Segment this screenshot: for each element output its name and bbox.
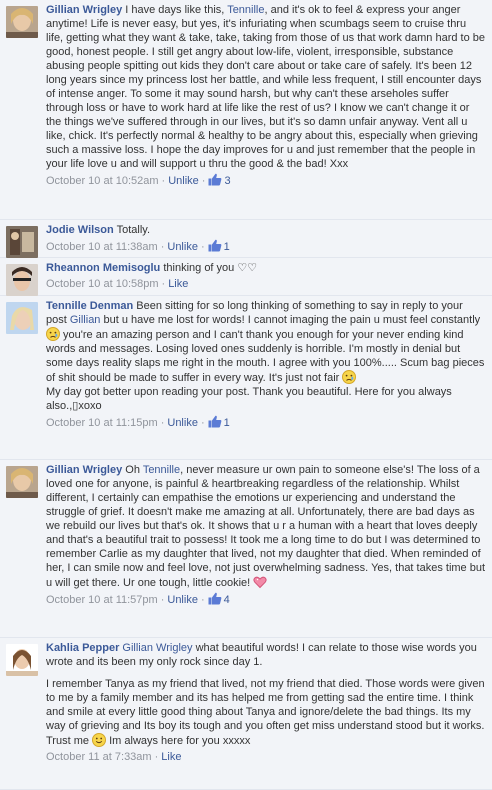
comment-text: Totally. [116, 224, 151, 236]
crying-face-emoji [342, 370, 357, 384]
author-name[interactable]: Gillian Wrigley [46, 464, 122, 476]
thumbs-up-icon [208, 415, 221, 428]
comment-text: , and it's ok to feel & express your ang… [46, 4, 486, 170]
comment-meta: October 10 at 11:38am · Unlike · 1 [46, 239, 486, 254]
comment-meta: October 10 at 11:57pm · Unlike · 4 [46, 592, 486, 607]
like-count[interactable]: 4 [208, 592, 230, 606]
thumbs-up-icon [208, 592, 221, 605]
comment-paragraph: Kahlia Pepper Gillian Wrigley what beaut… [46, 641, 486, 669]
comment-meta: October 10 at 10:58pm · Like [46, 277, 486, 291]
comment-meta: October 10 at 10:52am · Unlike · 3 [46, 173, 486, 188]
timestamp[interactable]: October 10 at 10:58pm [46, 278, 159, 290]
separator: · [154, 751, 159, 763]
avatar[interactable] [6, 466, 38, 498]
author-name[interactable]: Rheannon Memisoglu [46, 262, 160, 274]
unlike-button[interactable]: Unlike [168, 175, 199, 187]
like-button[interactable]: Like [168, 278, 188, 290]
comment-body: Gillian Wrigley Oh Tennille, never measu… [46, 463, 486, 607]
smiley-emoji [92, 733, 107, 747]
separator: · [200, 417, 205, 429]
avatar[interactable] [6, 264, 38, 296]
comment: Rheannon Memisoglu thinking of you ♡♡ Oc… [0, 258, 492, 296]
comment-thread: Gillian Wrigley I have days like this, T… [0, 0, 492, 790]
comment-body: Rheannon Memisoglu thinking of you ♡♡ Oc… [46, 261, 486, 291]
avatar[interactable] [6, 302, 38, 334]
avatar[interactable] [6, 644, 38, 676]
comment: Tennille Denman Been sitting for so long… [0, 296, 492, 460]
unlike-button[interactable]: Unlike [167, 241, 198, 253]
comment-body: Gillian Wrigley I have days like this, T… [46, 3, 486, 188]
comment: Kahlia Pepper Gillian Wrigley what beaut… [0, 638, 492, 790]
comment-body: Tennille Denman Been sitting for so long… [46, 299, 486, 430]
mention-link[interactable]: Tennille [143, 464, 180, 476]
comment-paragraph: I remember Tanya as my friend that lived… [46, 677, 486, 748]
comment-meta: October 10 at 11:15pm · Unlike · 1 [46, 415, 486, 430]
thumbs-up-icon [208, 173, 222, 186]
separator: · [200, 594, 205, 606]
comment-text: you're an amazing person and I can't tha… [46, 329, 485, 384]
author-name[interactable]: Gillian Wrigley [46, 4, 122, 16]
avatar[interactable] [6, 226, 38, 258]
author-name[interactable]: Kahlia Pepper [46, 642, 119, 654]
avatar[interactable] [6, 6, 38, 38]
comment-text: Oh [125, 464, 143, 476]
unlike-button[interactable]: Unlike [167, 594, 198, 606]
mention-link[interactable]: Gillian [70, 314, 101, 326]
separator: · [161, 175, 166, 187]
timestamp[interactable]: October 10 at 11:15pm [46, 417, 158, 429]
comment: Gillian Wrigley I have days like this, T… [0, 0, 492, 220]
separator: · [160, 417, 165, 429]
comment-text: but u have me lost for words! I cannot i… [100, 314, 481, 326]
separator: · [160, 594, 165, 606]
timestamp[interactable]: October 10 at 11:57pm [46, 594, 158, 606]
comment-text: I have days like this, [125, 4, 228, 16]
comment: Jodie Wilson Totally. October 10 at 11:3… [0, 220, 492, 258]
timestamp[interactable]: October 10 at 10:52am [46, 175, 159, 187]
like-count[interactable]: 1 [208, 415, 230, 429]
author-name[interactable]: Tennille Denman [46, 300, 133, 312]
mention-link[interactable]: Gillian Wrigley [122, 642, 192, 654]
comment: Gillian Wrigley Oh Tennille, never measu… [0, 460, 492, 638]
mention-link[interactable]: Tennille [227, 4, 264, 16]
like-count[interactable]: 3 [208, 173, 231, 187]
separator: · [161, 278, 166, 290]
comment-text: My day got better upon reading your post… [46, 386, 452, 412]
crying-face-emoji [46, 327, 60, 341]
separator: · [200, 241, 205, 253]
separator: · [201, 175, 206, 187]
like-button[interactable]: Like [161, 751, 181, 763]
timestamp[interactable]: October 11 at 7:33am [46, 751, 152, 763]
author-name[interactable]: Jodie Wilson [46, 224, 114, 236]
comment-text: , never measure ur own pain to someone e… [46, 464, 486, 589]
timestamp[interactable]: October 10 at 11:38am [46, 241, 158, 253]
thumbs-up-icon [208, 239, 221, 252]
comment-body: Jodie Wilson Totally. October 10 at 11:3… [46, 223, 486, 254]
comment-text: Im always here for you xxxxx [106, 735, 251, 747]
comment-body: Kahlia Pepper Gillian Wrigley what beaut… [46, 641, 486, 764]
separator: · [160, 241, 165, 253]
like-count[interactable]: 1 [208, 239, 230, 253]
comment-meta: October 11 at 7:33am · Like [46, 750, 486, 764]
unlike-button[interactable]: Unlike [167, 417, 198, 429]
comment-text: thinking of you ♡♡ [163, 262, 258, 274]
sparkling-heart-emoji [253, 576, 267, 589]
